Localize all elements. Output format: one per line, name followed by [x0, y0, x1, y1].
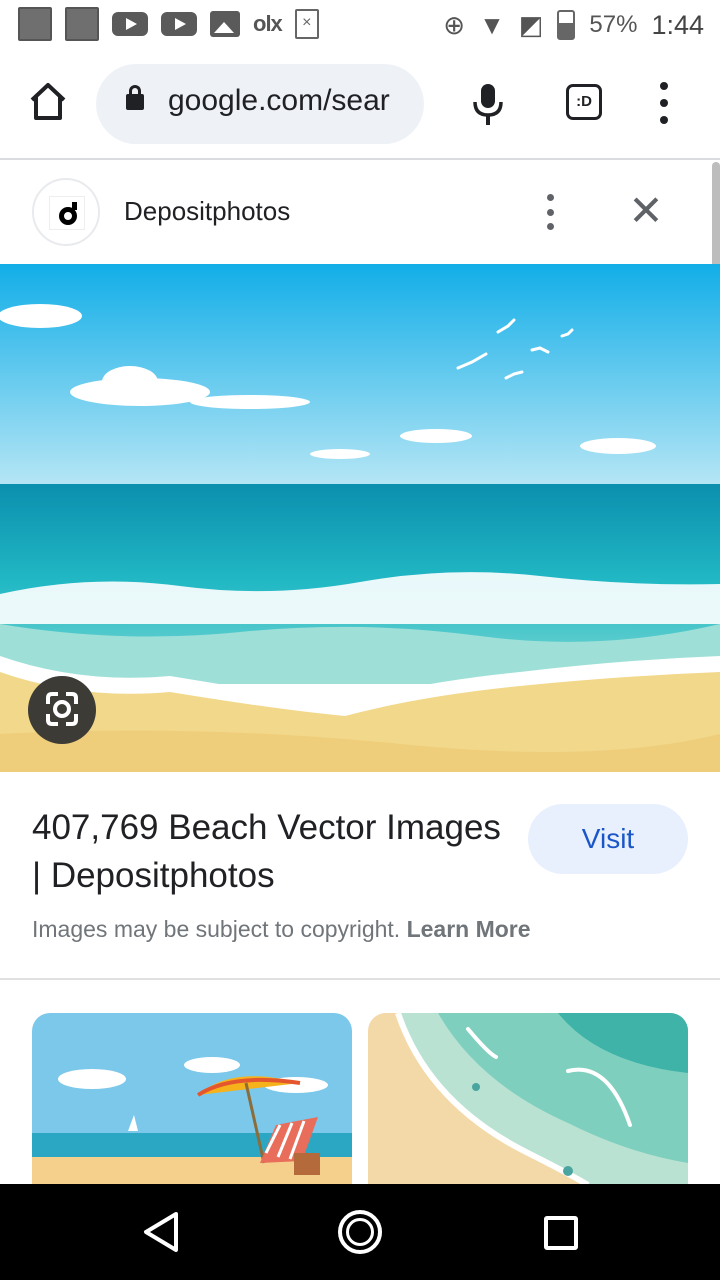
url-text[interactable]: google.com/sear: [168, 84, 408, 118]
learn-more-link[interactable]: Learn More: [407, 916, 531, 942]
related-image-thumbnail[interactable]: [32, 1013, 352, 1185]
back-button[interactable]: [138, 1208, 184, 1256]
battery-percent: 57%: [589, 11, 638, 38]
google-lens-icon: [46, 692, 78, 726]
voice-search-button[interactable]: [468, 82, 508, 128]
tab-switcher-button[interactable]: :D: [566, 84, 602, 120]
youtube-icon: [161, 12, 197, 36]
address-bar[interactable]: google.com/sear: [96, 64, 424, 144]
result-title[interactable]: 407,769 Beach Vector Images | Depositpho…: [32, 804, 512, 900]
olx-icon: olx: [253, 11, 283, 36]
system-navigation-bar: [0, 1184, 720, 1280]
close-icon[interactable]: ✕: [626, 190, 666, 232]
app-notification-icon: [65, 7, 99, 41]
home-icon: [30, 83, 66, 120]
file-icon: ×: [294, 9, 319, 39]
mic-icon: [473, 84, 503, 125]
image-icon: [210, 11, 240, 37]
related-image-thumbnail[interactable]: [368, 1013, 688, 1185]
no-sim-icon: ◩: [518, 10, 544, 40]
home-button[interactable]: [26, 80, 70, 124]
google-lens-button[interactable]: [28, 676, 96, 744]
home-circle-icon[interactable]: [338, 1210, 382, 1254]
back-triangle-icon: [144, 1212, 178, 1252]
lock-icon: [126, 85, 144, 110]
system-icons: ⊕ ▼ ◩ 57% 1:44: [443, 5, 704, 45]
recents-square-icon[interactable]: [544, 1216, 578, 1250]
youtube-icon: [112, 12, 148, 36]
more-vert-icon[interactable]: [540, 194, 560, 230]
depositphotos-logo[interactable]: [32, 178, 100, 246]
wifi-icon: ▼: [479, 10, 505, 40]
divider: [0, 978, 720, 980]
notification-icons: olx ×: [18, 7, 319, 41]
browser-toolbar: google.com/sear :D: [0, 50, 720, 160]
status-bar: olx × ⊕ ▼ ◩ 57% 1:44: [0, 0, 720, 50]
battery-icon: [557, 10, 576, 40]
copyright-text: Images may be subject to copyright.: [32, 916, 401, 942]
clock: 1:44: [651, 9, 704, 40]
more-vert-icon[interactable]: [650, 82, 678, 124]
result-panel-header: Depositphotos ✕: [0, 162, 720, 264]
app-notification-icon: [18, 7, 52, 41]
visit-button[interactable]: Visit: [528, 804, 688, 874]
copyright-notice: Images may be subject to copyright. Lear…: [32, 916, 531, 943]
site-name[interactable]: Depositphotos: [124, 196, 290, 227]
beach-preview-image[interactable]: [0, 264, 720, 772]
data-saver-icon: ⊕: [443, 10, 466, 40]
